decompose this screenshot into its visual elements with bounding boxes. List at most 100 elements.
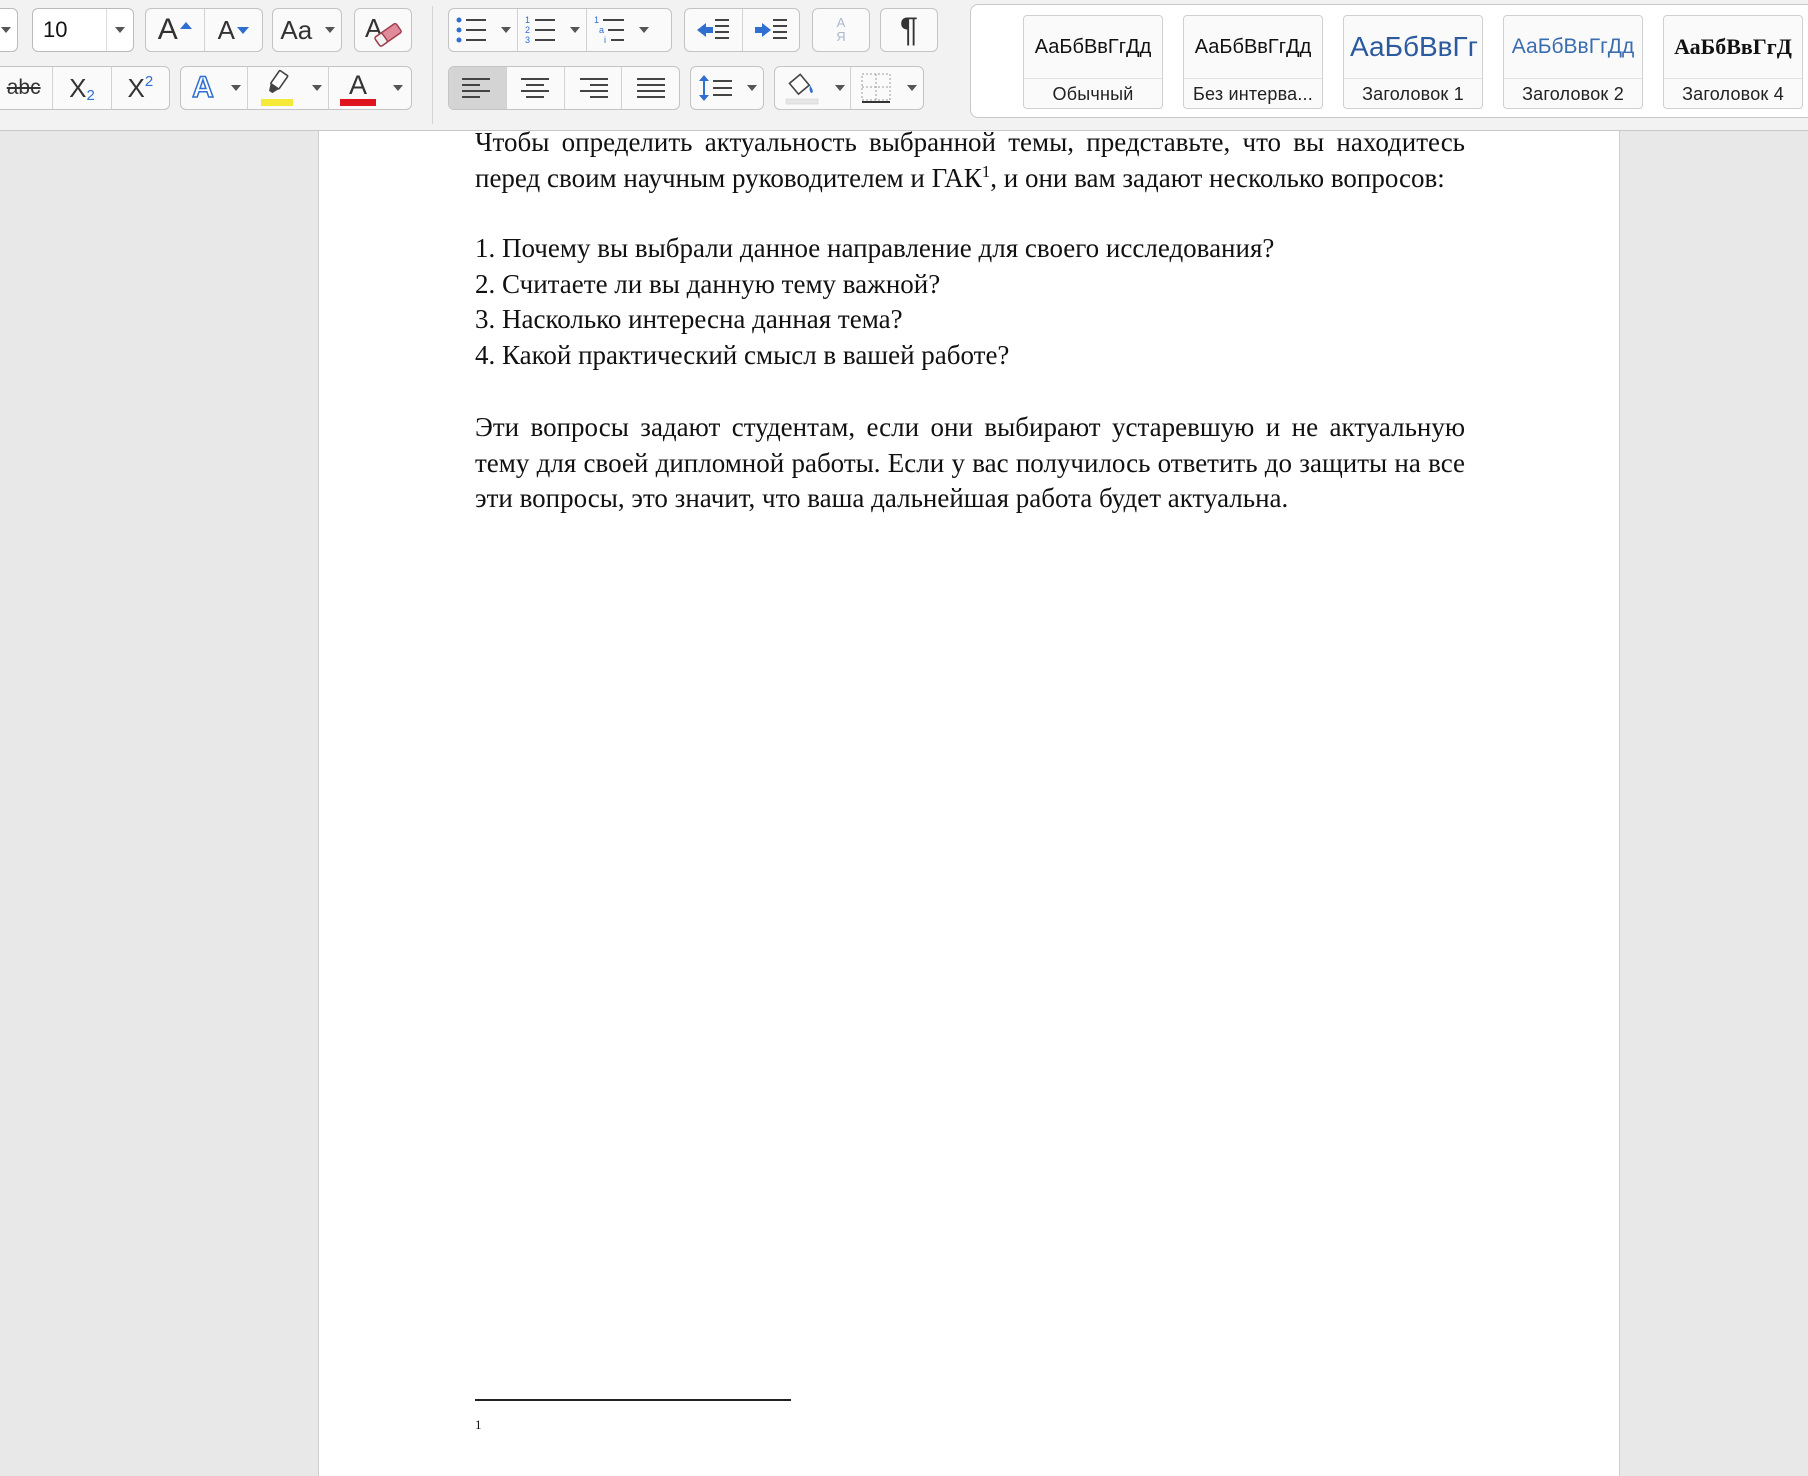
footnote-reference[interactable]: 1	[982, 162, 991, 181]
style-no-spacing[interactable]: АаБбВвГгДд Без интерва...	[1183, 15, 1323, 109]
multilevel-list-dropdown[interactable]	[633, 9, 655, 51]
paragraph-intro[interactable]: Чтобы определить актуальность выбранной …	[475, 125, 1465, 196]
text-effects-button[interactable]: A	[181, 67, 225, 109]
document-page[interactable]: Чтобы определить актуальность выбранной …	[318, 127, 1620, 1476]
numbering-dropdown[interactable]	[564, 9, 586, 51]
subscript-button[interactable]: X2	[52, 67, 110, 109]
grow-font-icon: A	[157, 13, 178, 46]
shading-button[interactable]	[775, 67, 829, 109]
list-item[interactable]: 1. Почему вы выбрали данное направление …	[475, 231, 1465, 267]
strikethrough-icon: abc	[6, 76, 41, 99]
svg-text:3: 3	[525, 35, 530, 45]
sort-letter-top: А	[836, 15, 846, 30]
style-label: Обычный	[1024, 78, 1162, 108]
script-buttons: abc X2 X2	[0, 66, 170, 110]
increase-indent-icon	[754, 19, 787, 39]
justify-button[interactable]	[621, 67, 679, 109]
style-heading-2[interactable]: АаБбВвГгДд Заголовок 2	[1503, 15, 1643, 109]
line-spacing-icon	[691, 67, 742, 109]
style-heading-4[interactable]: АаБбВвГгД Заголовок 4	[1663, 15, 1803, 109]
font-name-dropdown[interactable]	[0, 8, 18, 52]
alignment-buttons	[448, 66, 680, 110]
line-spacing-button[interactable]	[690, 66, 764, 110]
superscript-icon: X	[127, 72, 145, 103]
shading-dropdown[interactable]	[829, 67, 851, 109]
bullets-button[interactable]	[449, 9, 495, 51]
style-label: Заголовок 4	[1664, 78, 1802, 108]
justify-icon	[636, 78, 665, 98]
text-effects-dropdown[interactable]	[225, 67, 247, 109]
font-color-button[interactable]: A	[328, 67, 387, 109]
paragraph-conclusion[interactable]: Эти вопросы задают студентам, если они в…	[475, 410, 1465, 517]
svg-text:a: a	[599, 25, 604, 35]
decrease-indent-icon	[697, 19, 730, 39]
multilevel-list-icon: 1 a i	[594, 15, 624, 45]
indent-buttons	[684, 8, 800, 52]
document-body[interactable]: Чтобы определить актуальность выбранной …	[475, 125, 1465, 517]
style-normal[interactable]: АаБбВвГгДд Обычный	[1023, 15, 1163, 109]
font-color-swatch	[340, 98, 376, 106]
shrink-font-button[interactable]: A	[203, 9, 263, 51]
superscript-button[interactable]: X2	[110, 67, 169, 109]
align-right-icon	[579, 78, 608, 98]
decrease-indent-button[interactable]	[685, 9, 742, 51]
style-heading-1[interactable]: АаБбВвГг Заголовок 1	[1343, 15, 1483, 109]
font-size-value[interactable]: 10	[33, 17, 106, 43]
shrink-font-icon: A	[217, 14, 235, 45]
numbering-button[interactable]: 1 2 3	[517, 9, 564, 51]
bullets-dropdown[interactable]	[495, 9, 517, 51]
borders-button[interactable]	[850, 67, 901, 109]
style-preview: АаБбВвГгДд	[1194, 35, 1312, 58]
pilcrow-icon: ¶	[899, 10, 919, 49]
style-label: Без интерва...	[1184, 78, 1322, 108]
show-formatting-marks-button[interactable]: ¶	[880, 8, 938, 52]
font-color-icon: A	[348, 69, 367, 100]
sort-icon: А Я	[813, 9, 869, 51]
borders-dropdown[interactable]	[901, 67, 923, 109]
strikethrough-button[interactable]: abc	[0, 67, 52, 109]
shading-border-buttons	[774, 66, 924, 110]
align-right-button[interactable]	[563, 67, 622, 109]
highlighter-icon	[261, 69, 293, 106]
clear-formatting-button[interactable]: A	[354, 8, 412, 52]
svg-text:1: 1	[594, 15, 599, 25]
font-size-dropdown[interactable]	[106, 9, 133, 51]
paint-bucket-icon	[785, 73, 819, 105]
line-spacing-dropdown[interactable]	[742, 67, 763, 109]
change-case-icon: Aa	[280, 14, 313, 45]
style-preview: АаБбВвГгДд	[1511, 35, 1635, 58]
list-item[interactable]: 4. Какой практический смысл в вашей рабо…	[475, 338, 1465, 374]
align-left-icon	[462, 78, 491, 98]
change-case-dropdown[interactable]	[320, 9, 341, 51]
align-center-icon	[521, 78, 550, 98]
font-size-field[interactable]: 10	[32, 8, 134, 52]
change-case-button[interactable]: Aa	[272, 8, 342, 52]
multilevel-list-button[interactable]: 1 a i	[586, 9, 633, 51]
ribbon-separator	[432, 6, 433, 124]
sort-button[interactable]: А Я	[812, 8, 870, 52]
list-item[interactable]: 3. Насколько интересна данная тема?	[475, 302, 1465, 338]
ribbon-toolbar: 10 A A Aa A abc X 2 X 2 A A 1 2 3 1 a i …	[0, 0, 1808, 131]
list-buttons: 1 2 3 1 a i	[448, 8, 672, 52]
style-preview: АаБбВвГгД	[1674, 34, 1792, 59]
bullet-list-icon	[456, 17, 486, 43]
subscript-icon: X	[69, 72, 87, 103]
highlight-dropdown[interactable]	[306, 67, 328, 109]
paragraph-intro-tail: , и они вам задают несколько вопросов:	[990, 162, 1445, 193]
footnote-number[interactable]: 1	[475, 1417, 482, 1433]
borders-icon	[861, 73, 891, 103]
increase-indent-button[interactable]	[741, 9, 800, 51]
superscript-mark: 2	[144, 72, 154, 90]
align-left-button[interactable]	[449, 67, 506, 109]
numbered-list-icon: 1 2 3	[525, 15, 555, 45]
eraser-icon: A	[355, 9, 411, 51]
font-color-dropdown[interactable]	[387, 67, 409, 109]
highlight-button[interactable]	[247, 67, 306, 109]
svg-text:1: 1	[525, 15, 530, 25]
list-item[interactable]: 2. Считаете ли вы данную тему важной?	[475, 267, 1465, 303]
align-center-button[interactable]	[505, 67, 564, 109]
question-list: 1. Почему вы выбрали данное направление …	[475, 231, 1465, 373]
text-color-buttons: A A	[180, 66, 412, 110]
grow-font-button[interactable]: A	[146, 9, 204, 51]
style-label: Заголовок 2	[1504, 78, 1642, 108]
